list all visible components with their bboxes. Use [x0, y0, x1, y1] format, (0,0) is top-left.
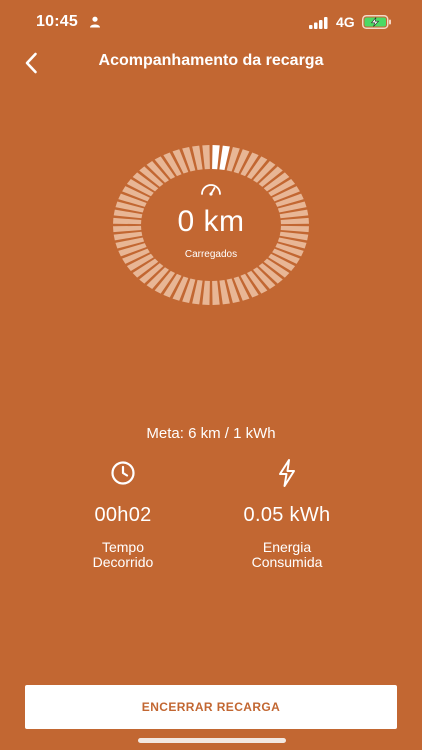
status-time: 10:45 [36, 13, 78, 30]
charge-gauge: 0 km Carregados [111, 143, 311, 307]
energy-consumed-label-line2: Consumida [251, 554, 323, 570]
signal-icon [309, 16, 329, 34]
energy-consumed-label: Energia Consumida [197, 540, 377, 570]
charged-distance-value: 0 km [177, 205, 245, 238]
clock-icon [33, 458, 213, 488]
network-label: 4G [336, 14, 355, 30]
battery-charging-icon [362, 15, 392, 34]
end-charging-button[interactable]: ENCERRAR RECARGA [25, 685, 397, 729]
energy-consumed-value: 0.05 kWh [243, 504, 331, 526]
energy-consumed-stat: 0.05 kWh Energia Consumida [197, 458, 377, 570]
gauge-segment [212, 280, 220, 305]
lightning-icon [197, 458, 377, 488]
person-icon [89, 15, 101, 33]
gauge-segment [202, 145, 210, 170]
home-indicator [138, 738, 286, 743]
elapsed-time-value: 00h02 [94, 504, 152, 526]
status-bar: 10:45 4G [0, 0, 422, 44]
nav-bar: Acompanhamento da recarga [0, 44, 422, 80]
energy-consumed-label-line1: Energia [262, 539, 312, 555]
charged-distance-caption: Carregados [184, 249, 238, 260]
gauge-segment [202, 280, 210, 305]
elapsed-time-label-line2: Decorrido [92, 554, 154, 570]
elapsed-time-stat: 00h02 Tempo Decorrido [33, 458, 213, 570]
elapsed-time-label-line1: Tempo [101, 539, 145, 555]
elapsed-time-label: Tempo Decorrido [33, 540, 213, 570]
page-title: Acompanhamento da recarga [98, 52, 324, 69]
charging-goal: Meta: 6 km / 1 kWh [146, 425, 276, 442]
gauge-segment-active [212, 145, 220, 170]
